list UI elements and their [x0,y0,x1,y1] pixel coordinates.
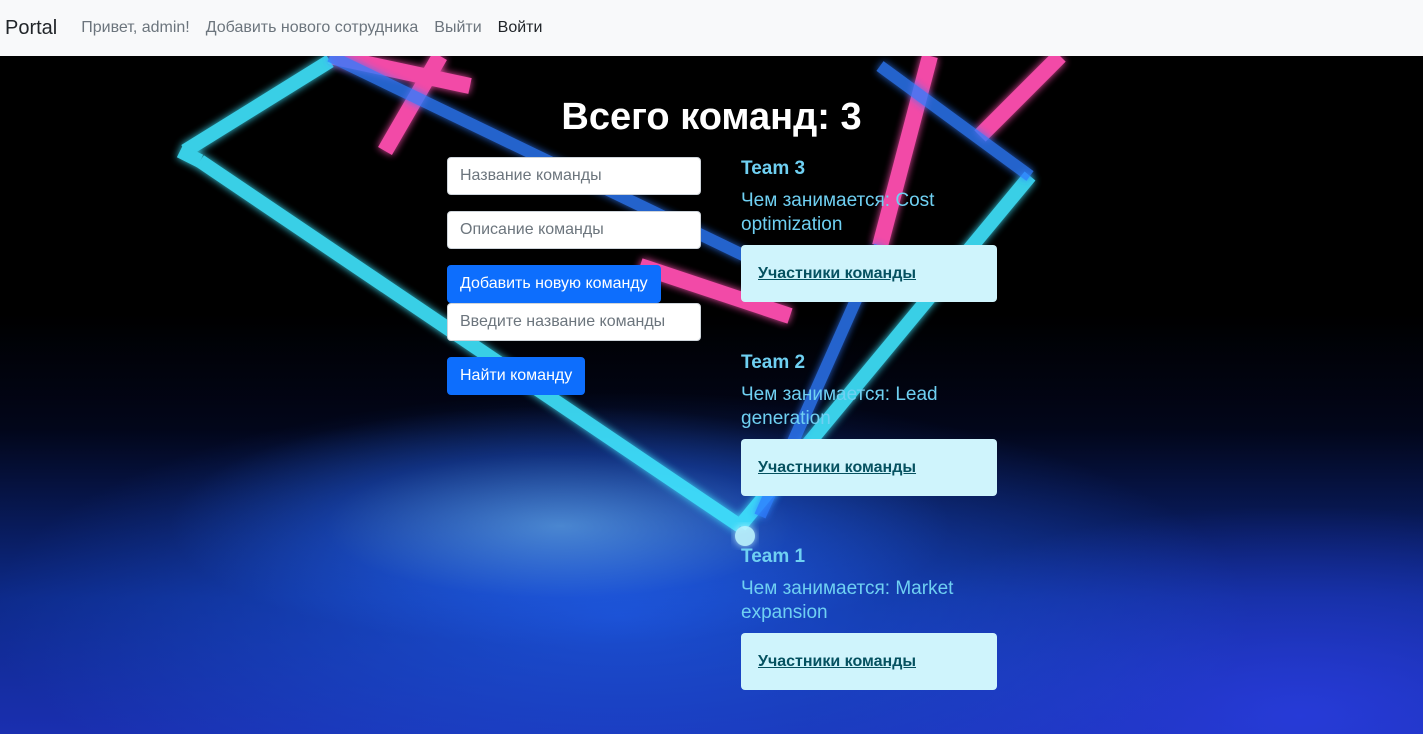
team-description-input[interactable] [447,211,701,249]
team-members-box: Участники команды [741,439,997,496]
team-card: Team 1 Чем занимается: Market expansion … [741,545,1001,690]
team-name: Team 1 [741,546,806,567]
team-search-input[interactable] [447,303,701,341]
team-name: Team 3 [741,158,806,179]
team-members-link[interactable]: Участники команды [758,265,916,283]
team-name: Team 2 [741,352,806,373]
team-card: Team 2 Чем занимается: Lead generation У… [741,351,1001,496]
page-title: Всего команд: 3 [561,96,862,138]
greeting-link[interactable]: Привет, admin! [81,19,190,37]
team-description: Чем занимается: Lead generation [741,384,938,429]
team-members-link[interactable]: Участники команды [758,653,916,671]
login-link[interactable]: Войти [498,19,543,37]
add-employee-link[interactable]: Добавить нового сотрудника [206,19,419,37]
navbar: Portal Привет, admin! Добавить нового со… [0,0,1423,56]
neon-cube-background [176,56,1066,546]
team-description: Чем занимается: Market expansion [741,578,954,623]
brand-link[interactable]: Portal [5,17,57,40]
team-name-input[interactable] [447,157,701,195]
hero-background: Всего команд: 3 Добавить новую команду Н… [0,56,1423,734]
search-team-button[interactable]: Найти команду [447,357,586,395]
team-description: Чем занимается: Cost optimization [741,190,935,235]
logout-link[interactable]: Выйти [434,19,481,37]
add-team-button[interactable]: Добавить новую команду [447,265,661,303]
team-members-box: Участники команды [741,633,997,690]
team-members-box: Участники команды [741,245,997,302]
team-card: Team 3 Чем занимается: Cost optimization… [741,157,1001,302]
team-members-link[interactable]: Участники команды [758,459,916,477]
